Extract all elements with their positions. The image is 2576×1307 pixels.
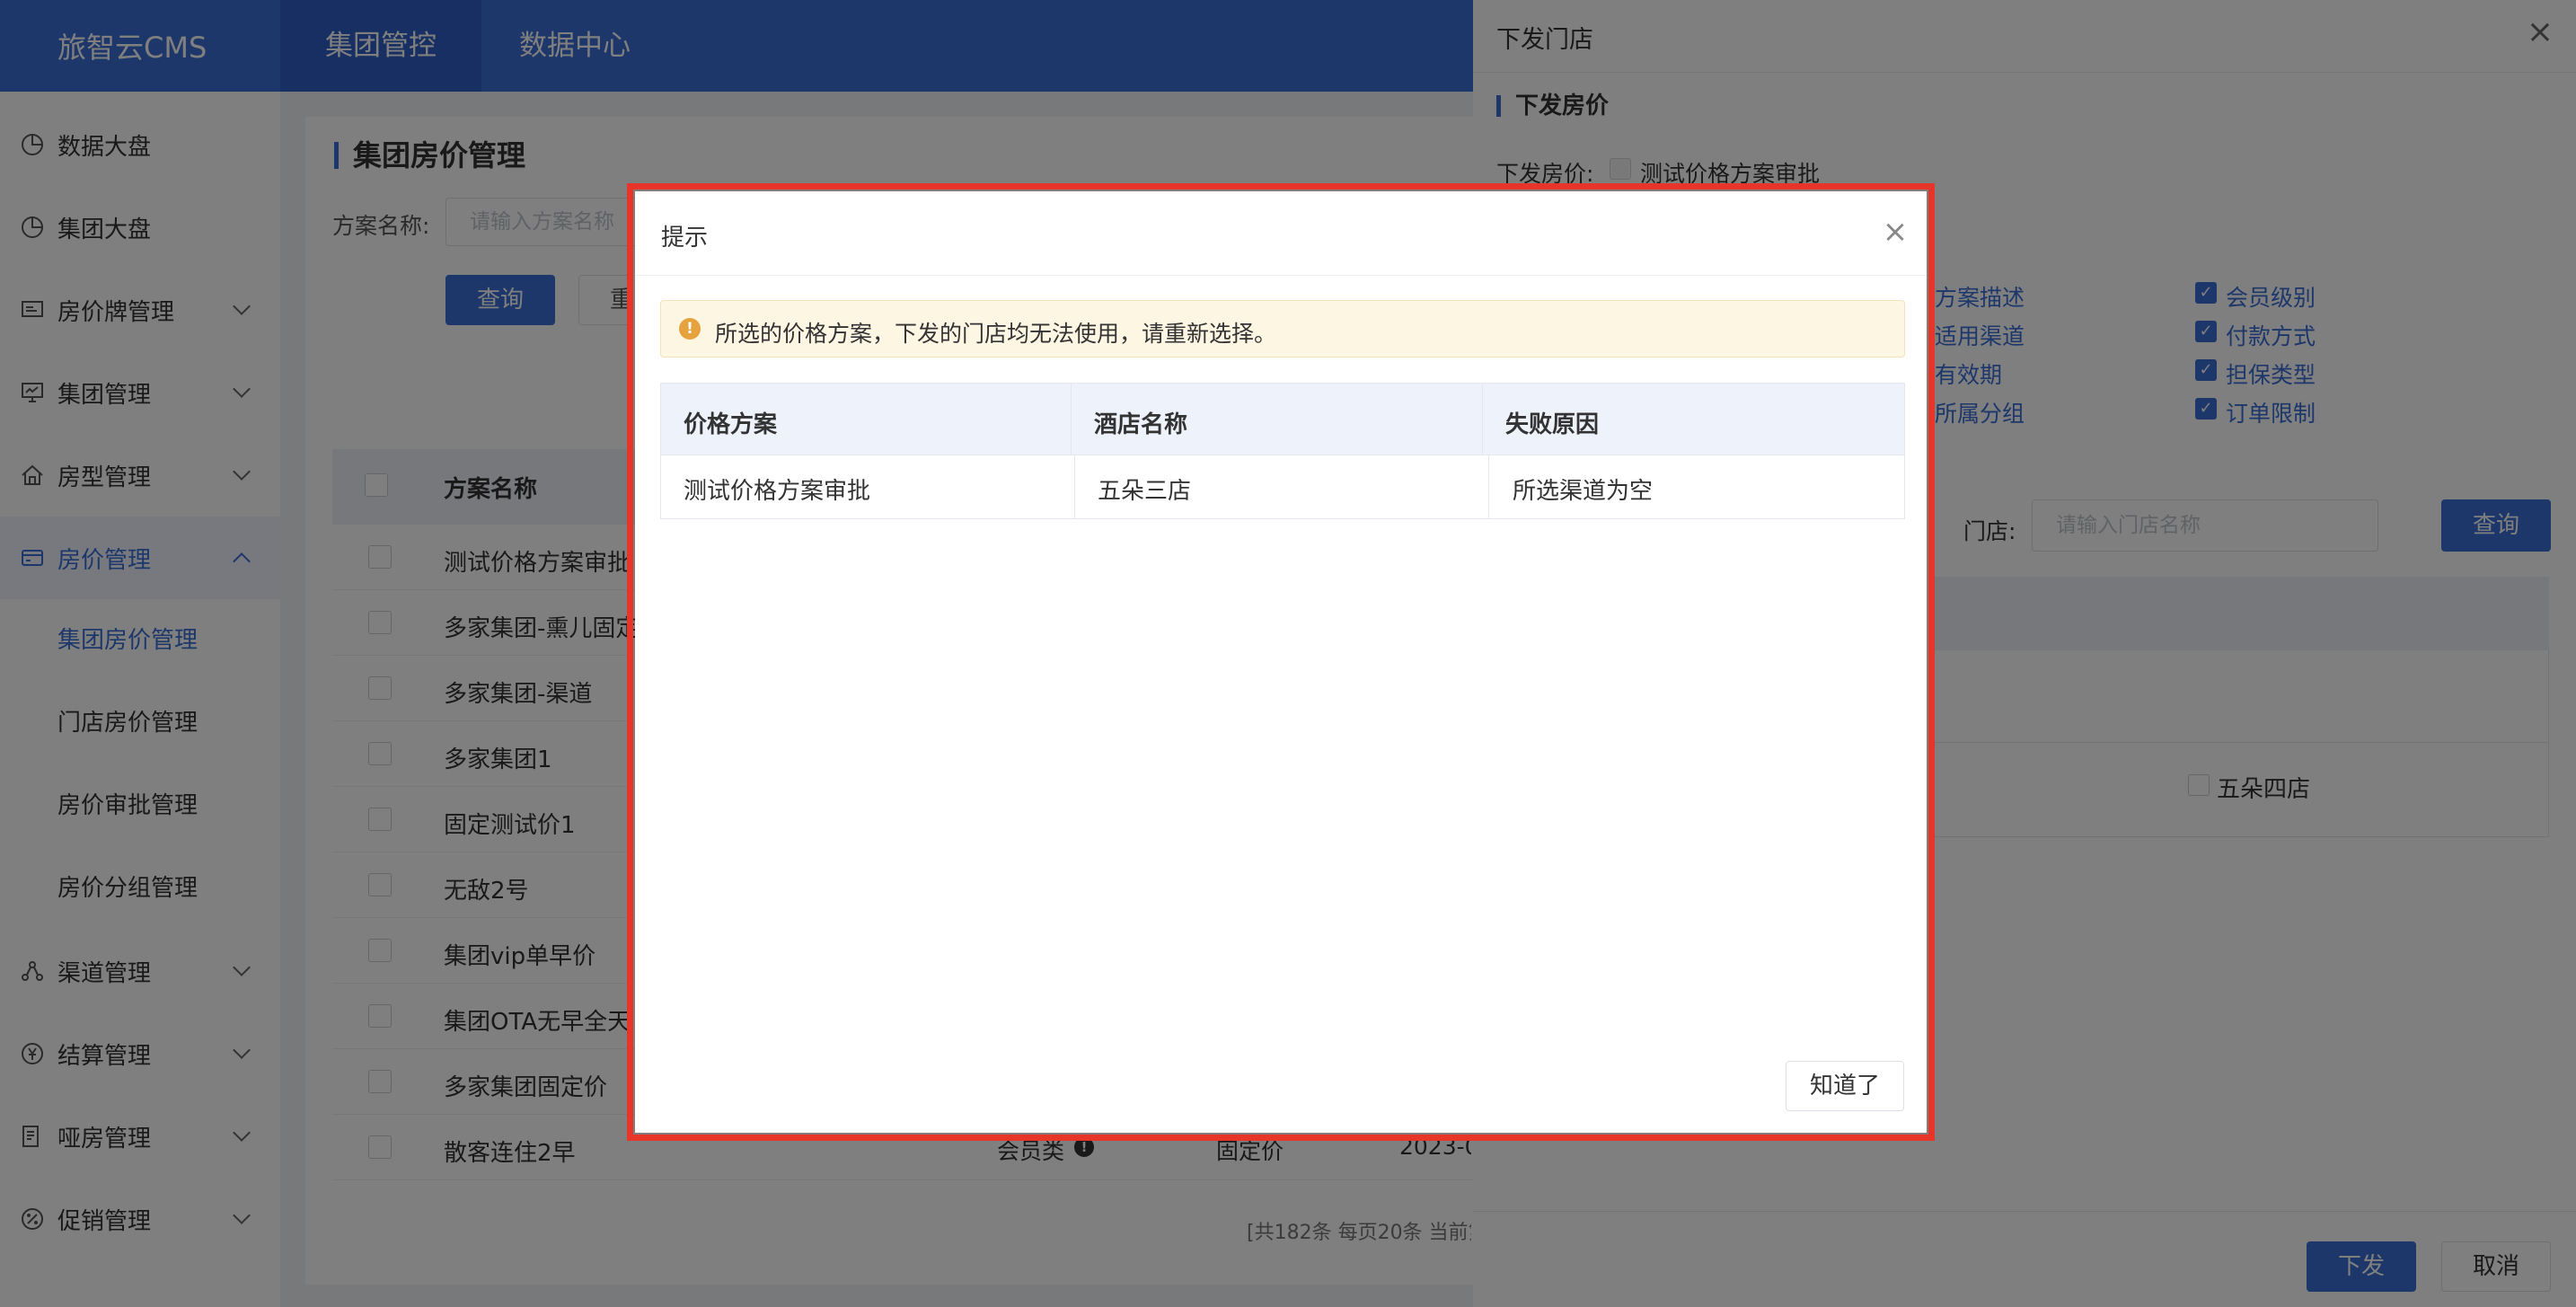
divider	[1071, 384, 1072, 455]
alert-message: 所选的价格方案，下发的门店均无法使用，请重新选择。	[715, 321, 1277, 347]
column-header-reason: 失败原因	[1505, 411, 1600, 438]
cell-reason: 所选渠道为空	[1513, 478, 1654, 505]
dialog-title: 提示	[661, 225, 709, 252]
result-table-header	[661, 384, 1904, 455]
divider	[1488, 455, 1489, 518]
acknowledge-button[interactable]: 知道了	[1786, 1061, 1904, 1111]
divider	[635, 275, 1927, 276]
divider	[1074, 455, 1075, 518]
column-header-hotel: 酒店名称	[1094, 411, 1188, 438]
close-icon[interactable]: ×	[1881, 214, 1910, 250]
column-header-plan: 价格方案	[684, 411, 778, 438]
warning-icon: !	[679, 318, 701, 340]
cell-plan: 测试价格方案审批	[684, 478, 871, 505]
cell-hotel: 五朵三店	[1098, 478, 1192, 505]
divider	[1482, 384, 1483, 455]
